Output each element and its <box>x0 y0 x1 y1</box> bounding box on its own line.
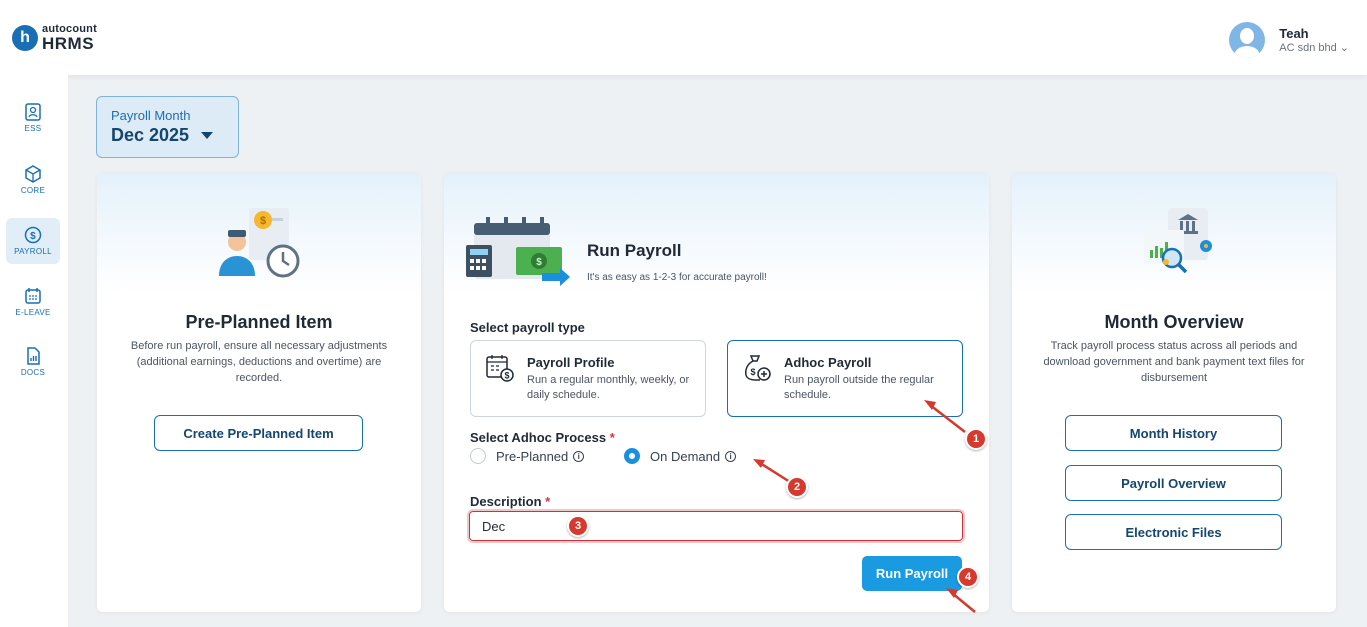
user-menu[interactable]: Teah AC sdn bhd ⌄ <box>1229 22 1349 58</box>
annotation-marker-3: 3 <box>567 515 589 537</box>
logo-product-text: HRMS <box>42 34 95 53</box>
on-demand-radio[interactable]: On Demand i <box>624 448 737 464</box>
run-payroll-title: Run Payroll <box>587 241 682 260</box>
annotation-marker-4: 4 <box>957 566 979 588</box>
sidebar-item-label: CORE <box>20 186 46 195</box>
company-selector[interactable]: AC sdn bhd ⌄ <box>1279 41 1349 54</box>
pre-planned-title: Pre-Planned Item <box>185 312 333 332</box>
radio-button-selected[interactable] <box>624 448 640 464</box>
electronic-files-button[interactable]: Electronic Files <box>1065 514 1282 550</box>
core-icon <box>25 165 41 183</box>
sidebar-item-label: DOCS <box>20 368 46 377</box>
payroll-profile-description: Run a regular monthly, weekly, or daily … <box>527 374 690 401</box>
month-overview-description: Track payroll process status across all … <box>1043 340 1305 384</box>
sidebar-item-label: ESS <box>24 124 42 133</box>
pre-planned-description: Before run payroll, ensure all necessary… <box>130 340 388 384</box>
adhoc-payroll-title: Adhoc Payroll <box>784 355 872 370</box>
money-bag-icon: $ <box>745 355 771 381</box>
svg-text:$: $ <box>260 215 266 227</box>
run-payroll-illustration-icon: $ <box>466 217 570 286</box>
on-demand-radio-label: On Demand <box>650 448 721 464</box>
description-label: Description * <box>470 494 551 509</box>
avatar[interactable] <box>1229 22 1266 58</box>
run-payroll-button[interactable]: Run Payroll <box>862 556 962 591</box>
description-input[interactable] <box>467 509 965 543</box>
pre-planned-illustration-icon: $ <box>219 208 300 278</box>
calendar-money-icon: $ <box>486 355 514 382</box>
run-payroll-subtitle: It's as easy as 1-2-3 for accurate payro… <box>587 272 767 283</box>
month-overview-illustration-icon <box>1144 208 1212 274</box>
sidebar-item-label: E-LEAVE <box>15 308 51 317</box>
required-mark: * <box>545 494 551 509</box>
sidebar-item-label: PAYROLL <box>14 247 52 256</box>
annotation-marker-1: 1 <box>965 428 987 450</box>
ess-icon <box>25 103 41 121</box>
payroll-month-value: Dec 2025 <box>111 125 190 145</box>
annotation-marker-2: 2 <box>786 476 808 498</box>
sidebar-item-core[interactable]: CORE <box>6 157 60 203</box>
pre-planned-radio-label: Pre-Planned <box>496 448 569 464</box>
sidebar-item-payroll[interactable]: $ PAYROLL <box>6 218 60 264</box>
payroll-month-label: Payroll Month <box>111 108 191 123</box>
payroll-type-label: Select payroll type <box>470 320 585 335</box>
payroll-overview-button[interactable]: Payroll Overview <box>1065 465 1282 501</box>
adhoc-process-label: Select Adhoc Process * <box>470 430 615 445</box>
sidebar: ESS CORE $ PAYROLL E-LEAVE DOCS <box>0 75 68 627</box>
sidebar-item-ess[interactable]: ESS <box>6 95 60 141</box>
svg-text:$: $ <box>504 371 509 381</box>
calendar-icon <box>25 288 41 304</box>
sidebar-item-eleave[interactable]: E-LEAVE <box>6 279 60 325</box>
payroll-profile-title: Payroll Profile <box>527 355 615 370</box>
caret-down-icon <box>201 132 214 139</box>
create-pre-planned-item-button[interactable]: Create Pre-Planned Item <box>154 415 363 451</box>
user-name: Teah <box>1279 26 1309 41</box>
logo-mark: h <box>12 25 38 51</box>
payroll-profile-option[interactable]: $ Payroll Profile Run a regular monthly,… <box>470 340 706 417</box>
adhoc-payroll-description: Run payroll outside the regular schedule… <box>784 374 934 401</box>
svg-text:$: $ <box>750 367 755 377</box>
payroll-month-selector[interactable]: Payroll Month Dec 2025 <box>96 96 239 158</box>
app-logo[interactable]: h autocount HRMS <box>12 24 97 52</box>
docs-icon <box>27 347 40 365</box>
sidebar-item-docs[interactable]: DOCS <box>6 339 60 385</box>
month-overview-title: Month Overview <box>1104 312 1244 332</box>
payroll-icon: $ <box>24 226 42 244</box>
pre-planned-radio[interactable]: Pre-Planned i <box>470 448 585 464</box>
pre-planned-card: $ Pre-Planned Item Before run payroll, e… <box>97 173 421 612</box>
svg-text:$: $ <box>536 257 542 268</box>
month-history-button[interactable]: Month History <box>1065 415 1282 451</box>
info-icon[interactable]: i <box>573 450 585 462</box>
radio-button[interactable] <box>470 448 486 464</box>
adhoc-payroll-option[interactable]: $ Adhoc Payroll Run payroll outside the … <box>727 340 963 417</box>
required-mark: * <box>609 430 615 445</box>
month-overview-card: Month Overview Track payroll process sta… <box>1012 173 1336 612</box>
info-icon[interactable]: i <box>725 450 737 462</box>
run-payroll-card: $ Run Payroll It's as easy as 1-2-3 for … <box>444 173 989 612</box>
svg-text:$: $ <box>30 231 36 242</box>
top-bar: h autocount HRMS Teah AC sdn bhd ⌄ <box>0 0 1367 75</box>
